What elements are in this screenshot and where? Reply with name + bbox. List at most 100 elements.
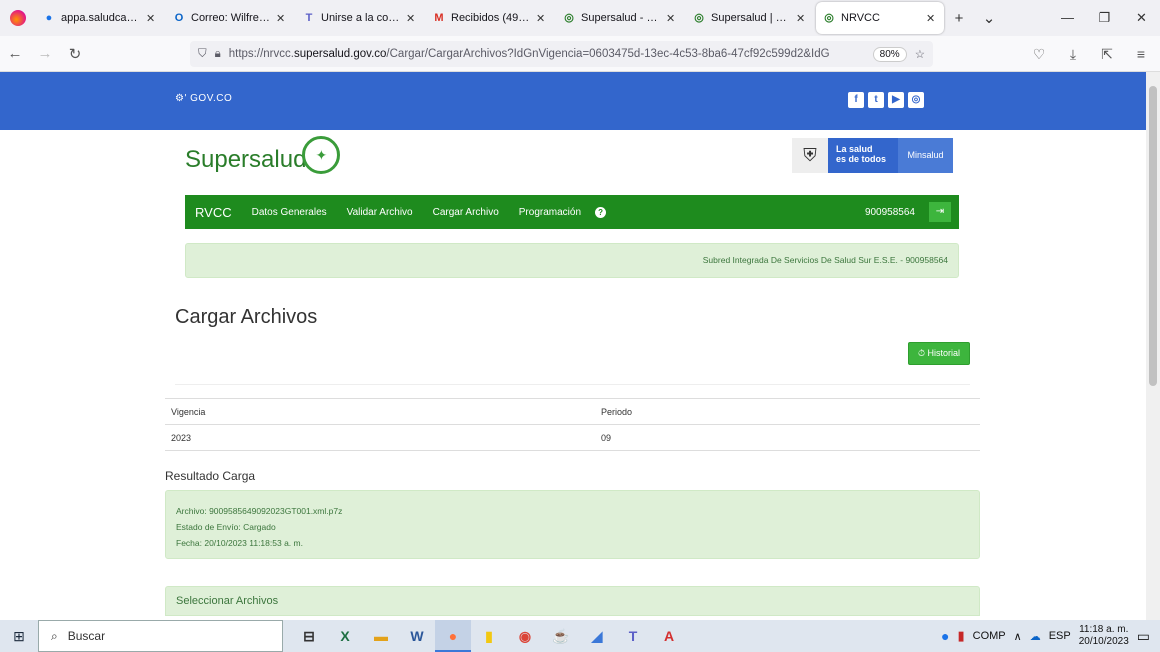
tray-chevron-icon[interactable]: ∧ <box>1014 630 1022 643</box>
nav-datos-generales[interactable]: Datos Generales <box>242 207 337 218</box>
brand-name: Supersalud <box>185 146 307 173</box>
twitter-icon[interactable]: t <box>868 92 884 108</box>
historial-button[interactable]: ⏱ Historial <box>908 342 970 365</box>
browser-tab[interactable]: ◎ NRVCC ✕ <box>816 2 944 34</box>
taskbar-search[interactable]: ⌕ Buscar <box>38 620 283 652</box>
windows-start-icon[interactable]: ⊞ <box>0 628 38 645</box>
tab-title: Recibidos (49) - re <box>451 12 531 24</box>
tab-close-icon[interactable]: ✕ <box>926 12 938 25</box>
supersalud-logo[interactable]: Supersalud ✦ <box>185 136 341 174</box>
teams-icon: T <box>305 12 313 24</box>
acrobat-icon[interactable]: A <box>651 620 687 652</box>
select-files-panel-header[interactable]: Seleccionar Archivos <box>165 586 980 616</box>
nav-programacion[interactable]: Programación <box>509 207 591 218</box>
tab-title: appa.saludcapital.gov <box>61 12 141 24</box>
cell-vigencia: 2023 <box>165 424 595 451</box>
pocket-icon[interactable]: ♡ <box>1026 46 1052 63</box>
supersalud-mark-icon: ✦ <box>302 136 341 174</box>
browser-tab[interactable]: O Correo: Wilfredo ZX ✕ <box>166 2 294 34</box>
tab-close-icon[interactable]: ✕ <box>666 12 678 25</box>
result-estado: Estado de Envío: Cargado <box>176 522 276 532</box>
browser-tab[interactable]: ◎ Supersalud - Supe ✕ <box>556 2 684 34</box>
slogan: La salud es de todos <box>828 138 898 173</box>
app-menu-icon[interactable]: ≡ <box>1128 46 1154 62</box>
file-explorer-icon[interactable]: ▬ <box>363 620 399 652</box>
nav-brand[interactable]: RVCC <box>185 205 242 220</box>
tab-title: Unirse a la conver <box>321 12 401 24</box>
firefox-icon[interactable]: ● <box>435 620 471 652</box>
teams-icon[interactable]: T <box>615 620 651 652</box>
youtube-icon[interactable]: ▶ <box>888 92 904 108</box>
tab-title: Correo: Wilfredo ZX <box>191 12 271 24</box>
divider <box>175 384 970 385</box>
forward-icon[interactable]: → <box>30 45 60 62</box>
tab-title: Supersalud | Repo <box>711 12 791 24</box>
result-fecha: Fecha: 20/10/2023 11:18:53 a. m. <box>176 538 303 548</box>
notifications-icon[interactable]: ▭ <box>1137 628 1150 645</box>
language-indicator[interactable]: ESP <box>1049 630 1071 642</box>
browser-tab-bar: ● appa.saludcapital.gov ✕ O Correo: Wilfredo… <box>0 0 1160 36</box>
downloads-icon[interactable]: ⤓ <box>1060 46 1086 63</box>
result-panel: Archivo: 9009585649092023GT001.xml.p7z E… <box>165 490 980 559</box>
new-tab-button[interactable]: + <box>944 10 974 27</box>
tab-close-icon[interactable]: ✕ <box>276 12 288 25</box>
url-bar[interactable]: ⛉ 🔒︎ https://nrvcc.supersalud.gov.co/Car… <box>190 41 933 67</box>
tab-close-icon[interactable]: ✕ <box>796 12 808 25</box>
onedrive-icon[interactable]: ☁ <box>1030 630 1041 643</box>
nav-validar-archivo[interactable]: Validar Archivo <box>337 207 423 218</box>
result-archivo: Archivo: 9009585649092023GT001.xml.p7z <box>176 506 343 516</box>
header-vigencia: Vigencia <box>165 398 595 425</box>
tray-label[interactable]: COMP <box>973 630 1006 642</box>
excel-icon[interactable]: X <box>327 620 363 652</box>
extensions-icon[interactable]: ⇱ <box>1094 46 1120 63</box>
close-window-icon[interactable]: ✕ <box>1123 0 1160 36</box>
firefox-menu-icon[interactable] <box>0 10 36 26</box>
lock-icon[interactable]: 🔒︎ <box>215 48 221 61</box>
back-icon[interactable]: ← <box>0 45 30 62</box>
browser-tab[interactable]: ● appa.saludcapital.gov ✕ <box>36 2 164 34</box>
clock[interactable]: 11:18 a. m. 20/10/2023 <box>1079 624 1129 648</box>
tab-close-icon[interactable]: ✕ <box>146 12 158 25</box>
colombia-crest-icon: ⛨ <box>792 138 828 173</box>
browser-tab[interactable]: M Recibidos (49) - re ✕ <box>426 2 554 34</box>
browser-nav-bar: ← → ↻ ⛉ 🔒︎ https://nrvcc.supersalud.gov.… <box>0 36 1160 72</box>
minimize-icon[interactable]: — <box>1049 0 1086 36</box>
bookmark-star-icon[interactable]: ☆ <box>915 47 925 61</box>
system-tray: ● ▮ COMP ∧ ☁ ESP 11:18 a. m. 20/10/2023 ▭ <box>941 624 1160 648</box>
tab-close-icon[interactable]: ✕ <box>406 12 418 25</box>
help-icon[interactable]: ? <box>595 206 607 218</box>
url-text[interactable]: https://nrvcc.supersalud.gov.co/Cargar/C… <box>229 48 865 60</box>
tab-list-chevron-icon[interactable]: ⌄ <box>974 9 1004 27</box>
windows-taskbar: ⊞ ⌕ Buscar ⊟ X ▬ W ● ▮ ◉ ☕ ◢ T A ● ▮ COMP ∧ ☁ ESP 1… <box>0 620 1160 652</box>
scrollbar-thumb[interactable] <box>1149 86 1157 386</box>
tab-close-icon[interactable]: ✕ <box>536 12 548 25</box>
tray-app-icon[interactable]: ▮ <box>957 628 964 644</box>
minsalud-banner: ⛨ La salud es de todos Minsalud <box>792 138 953 173</box>
gov-logo[interactable]: ⚙' GOV.CO <box>175 93 232 104</box>
word-icon[interactable]: W <box>399 620 435 652</box>
reload-icon[interactable]: ↻ <box>60 45 90 63</box>
app-icon[interactable]: ◢ <box>579 620 615 652</box>
java-icon[interactable]: ☕ <box>543 620 579 652</box>
header-periodo: Periodo <box>595 398 980 425</box>
browser-tab[interactable]: T Unirse a la conver ✕ <box>296 2 424 34</box>
logout-icon[interactable]: ⇥ <box>929 202 951 222</box>
vigencia-table: Vigencia Periodo 2023 09 <box>165 398 980 451</box>
powerbi-icon[interactable]: ▮ <box>471 620 507 652</box>
supersalud-icon: ◎ <box>824 12 834 24</box>
page-scrollbar[interactable] <box>1146 72 1160 620</box>
restore-icon[interactable]: ❐ <box>1086 0 1123 36</box>
task-view-icon[interactable]: ⊟ <box>291 620 327 652</box>
zoom-badge[interactable]: 80% <box>872 46 907 62</box>
search-icon: ⌕ <box>51 628 58 643</box>
cell-periodo: 09 <box>595 424 980 451</box>
help-tray-icon[interactable]: ● <box>941 628 949 644</box>
supersalud-icon: ◎ <box>694 12 704 24</box>
chrome-icon[interactable]: ◉ <box>507 620 543 652</box>
browser-tab[interactable]: ◎ Supersalud | Repo ✕ <box>686 2 814 34</box>
facebook-icon[interactable]: f <box>848 92 864 108</box>
table-header-row: Vigencia Periodo <box>165 398 980 425</box>
nav-cargar-archivo[interactable]: Cargar Archivo <box>423 207 509 218</box>
instagram-icon[interactable]: ◎ <box>908 92 924 108</box>
shield-icon[interactable]: ⛉ <box>198 48 207 61</box>
